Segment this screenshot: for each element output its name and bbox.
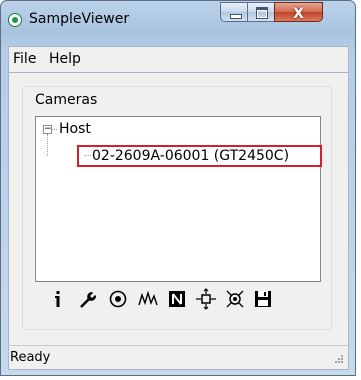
save-icon	[255, 291, 271, 307]
wrench-icon	[80, 292, 96, 308]
title-bar[interactable]: SampleViewer X	[1, 1, 355, 39]
window-title: SampleViewer	[29, 11, 130, 27]
reset-icon	[169, 291, 185, 307]
info-icon	[55, 291, 60, 307]
menu-file[interactable]: File	[13, 51, 36, 67]
app-eye-icon	[8, 13, 22, 27]
tree-connector	[47, 134, 48, 156]
view-button[interactable]	[107, 288, 129, 310]
minimize-button[interactable]	[220, 2, 248, 22]
tree-connector	[84, 155, 91, 156]
status-text: Ready	[10, 350, 51, 365]
close-icon: X	[293, 6, 304, 22]
close-button[interactable]: X	[274, 2, 323, 22]
cameras-group-label: Cameras	[35, 92, 98, 108]
waveform-icon	[138, 290, 158, 306]
tree-connector	[52, 129, 57, 130]
collapse-icon[interactable]: −	[43, 125, 52, 134]
wrench-button[interactable]	[77, 288, 99, 310]
status-bar: Ready	[8, 345, 349, 370]
capture-icon	[226, 290, 244, 308]
histogram-button[interactable]	[137, 288, 159, 310]
menu-bar: File Help	[8, 46, 349, 73]
tree-node-camera[interactable]: 02-2609A-06001 (GT2450C)	[77, 145, 322, 167]
info-button[interactable]	[47, 288, 69, 310]
maximize-icon	[256, 7, 268, 19]
focus-icon	[196, 288, 216, 310]
reset-button[interactable]	[166, 288, 188, 310]
camera-toolbar	[35, 284, 321, 314]
capture-button[interactable]	[224, 288, 246, 310]
camera-label: 02-2609A-06001 (GT2450C)	[92, 148, 290, 164]
focus-button[interactable]	[195, 288, 217, 310]
resize-grip-icon[interactable]	[332, 354, 344, 366]
maximize-button[interactable]	[247, 2, 275, 22]
eye-icon	[109, 290, 127, 308]
minimize-icon	[230, 14, 242, 19]
menu-help[interactable]: Help	[49, 51, 81, 67]
save-button[interactable]	[252, 288, 274, 310]
camera-tree[interactable]: − Host 02-2609A-06001 (GT2450C)	[35, 116, 322, 282]
tree-node-host[interactable]: Host	[59, 121, 91, 137]
